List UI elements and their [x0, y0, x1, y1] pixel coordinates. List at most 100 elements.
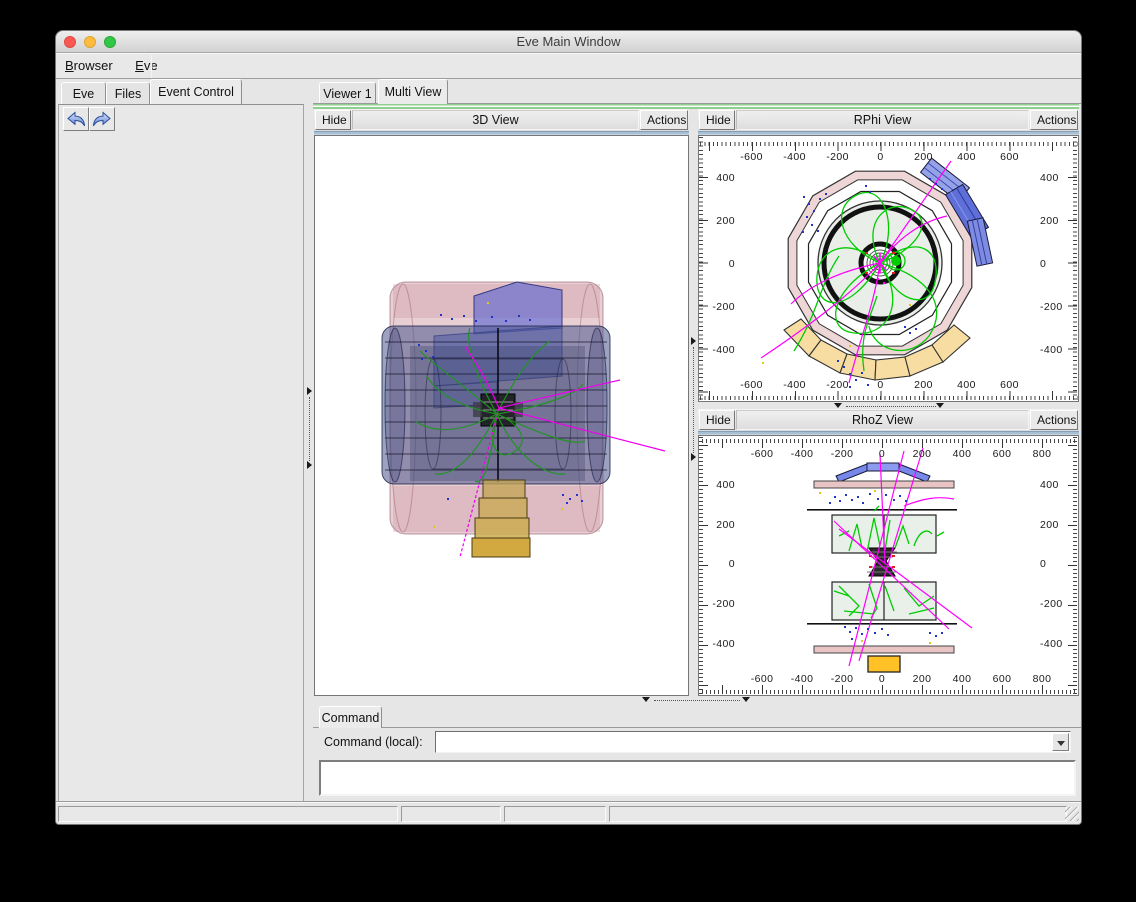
tab-event-control[interactable]: Event Control — [150, 79, 242, 104]
status-bar — [56, 802, 1081, 824]
rhoz-x-ticklabels-top: -600-400-2000200400600800 — [742, 448, 1062, 460]
rhoz-canvas[interactable]: -600-400-2000200400600800 -600-400-20002… — [698, 435, 1079, 696]
splitter-collapse-handle[interactable] — [307, 387, 312, 395]
rphi-x-ruler-top — [699, 142, 1078, 151]
splitter-collapse-handle[interactable] — [307, 461, 312, 469]
rhoz-header: Hide RhoZ View Actions — [698, 409, 1079, 431]
tick-label: 200 — [902, 151, 945, 163]
rphi-y-ticklabels-left: 4002000-200-400 — [705, 156, 735, 371]
hcal-line-bottom — [807, 623, 957, 625]
titlebar[interactable]: Eve Main Window — [56, 31, 1081, 53]
tick-label: -200 — [1040, 285, 1070, 328]
menu-bar: Browser Eve — [56, 53, 1081, 79]
tick-label: 0 — [859, 151, 902, 163]
window-title: Eve Main Window — [56, 34, 1081, 49]
rphi-y-ticklabels-right: 4002000-200-400 — [1040, 156, 1070, 371]
rphi-title: RPhi View — [736, 110, 1029, 130]
rhoz-actions-button[interactable]: Actions — [1030, 410, 1078, 430]
tick-label: 0 — [862, 448, 902, 460]
bottom-splitter-handle[interactable] — [642, 697, 650, 702]
chevron-down-icon — [1057, 741, 1065, 746]
status-section — [609, 806, 1067, 822]
tick-label: -400 — [1040, 328, 1070, 371]
tick-label: 400 — [705, 156, 735, 199]
rhoz-x-ticklabels-bottom: -600-400-2000200400600800 — [742, 673, 1062, 685]
tick-label: -400 — [782, 448, 822, 460]
bottom-splitter-handle[interactable] — [742, 697, 750, 702]
menubar-divider — [151, 55, 152, 78]
view3d-canvas[interactable] — [314, 135, 689, 696]
tick-label: -200 — [705, 584, 735, 624]
event-control-panel — [58, 104, 304, 803]
rphi-x-ticklabels-top: -600-400-2000200400600 — [730, 151, 1031, 163]
tick-label: -600 — [730, 379, 773, 391]
tick-label: 600 — [988, 379, 1031, 391]
view-splitter-handle[interactable] — [936, 403, 944, 408]
rphi-canvas[interactable]: -600-400-2000200400600 -600-400-20002004… — [698, 135, 1079, 402]
rphi-actions-button[interactable]: Actions — [1030, 110, 1078, 130]
tick-label: 400 — [942, 448, 982, 460]
tick-label: -400 — [773, 151, 816, 163]
view3d-actions-button[interactable]: Actions — [640, 110, 688, 130]
tick-label: 800 — [1022, 448, 1062, 460]
previous-event-button[interactable] — [63, 107, 89, 131]
command-input[interactable] — [437, 733, 1051, 751]
status-section — [401, 806, 501, 822]
command-combobox — [435, 731, 1071, 753]
rhoz-y-ticklabels-right: 4002000-200-400 — [1040, 465, 1070, 664]
tick-label: 200 — [902, 448, 942, 460]
menu-eve[interactable]: Eve — [126, 54, 166, 78]
view-splitter-dotted-line[interactable] — [846, 406, 936, 407]
pack-splitter-handle[interactable] — [691, 453, 696, 461]
redo-arrow-icon — [90, 116, 113, 133]
tick-label: 400 — [945, 151, 988, 163]
pack-splitter-handle[interactable] — [691, 337, 696, 345]
tick-label: -400 — [705, 624, 735, 664]
tick-label: 400 — [705, 465, 735, 505]
tick-label: 200 — [902, 379, 945, 391]
rhoz-hide-button[interactable]: Hide — [699, 410, 735, 430]
bottom-splitter-dotted-line[interactable] — [654, 700, 740, 701]
command-dropdown-button[interactable] — [1052, 733, 1069, 751]
rphi-detector-graphic — [699, 136, 1078, 401]
splitter-dotted-line[interactable] — [309, 397, 310, 461]
tick-label: 0 — [705, 242, 735, 285]
view-splitter-handle[interactable] — [834, 403, 842, 408]
rphi-hide-button[interactable]: Hide — [699, 110, 735, 130]
rhoz-title: RhoZ View — [736, 410, 1029, 430]
tick-label: -200 — [822, 448, 862, 460]
tick-label: 600 — [982, 673, 1022, 685]
tick-label: 600 — [988, 151, 1031, 163]
tick-label: -400 — [705, 328, 735, 371]
command-prompt-label: Command (local): — [324, 735, 423, 749]
tick-label: -200 — [705, 285, 735, 328]
tab-eve[interactable]: Eve — [61, 82, 106, 104]
status-section — [504, 806, 606, 822]
tick-label: -600 — [742, 673, 782, 685]
tab-files[interactable]: Files — [106, 82, 150, 104]
tick-label: 200 — [705, 199, 735, 242]
tick-label: 600 — [982, 448, 1022, 460]
view3d-hide-button[interactable]: Hide — [315, 110, 351, 130]
rphi-header: Hide RPhi View Actions — [698, 109, 1079, 131]
tab-viewer-1[interactable]: Viewer 1 — [319, 82, 376, 104]
next-event-button[interactable] — [89, 107, 115, 131]
tick-label: -400 — [1040, 624, 1070, 664]
tick-label: -400 — [782, 673, 822, 685]
tick-label: 0 — [859, 379, 902, 391]
tick-label: 400 — [945, 379, 988, 391]
view3d-header: Hide 3D View Actions — [314, 109, 689, 131]
command-output-box[interactable] — [319, 760, 1076, 796]
tab-multi-view[interactable]: Multi View — [378, 79, 448, 104]
status-section — [58, 806, 398, 822]
tab-command[interactable]: Command — [319, 706, 382, 728]
tick-label: 200 — [1040, 505, 1070, 545]
rphi-x-ticklabels-bottom: -600-400-2000200400600 — [730, 379, 1031, 391]
tick-label: 400 — [1040, 156, 1070, 199]
tick-label: -600 — [742, 448, 782, 460]
pack-splitter-dotted-line[interactable] — [693, 347, 694, 453]
menu-browser[interactable]: Browser — [56, 54, 122, 78]
tick-label: 200 — [1040, 199, 1070, 242]
tick-label: 0 — [1040, 242, 1070, 285]
resize-grip[interactable] — [1065, 807, 1079, 821]
